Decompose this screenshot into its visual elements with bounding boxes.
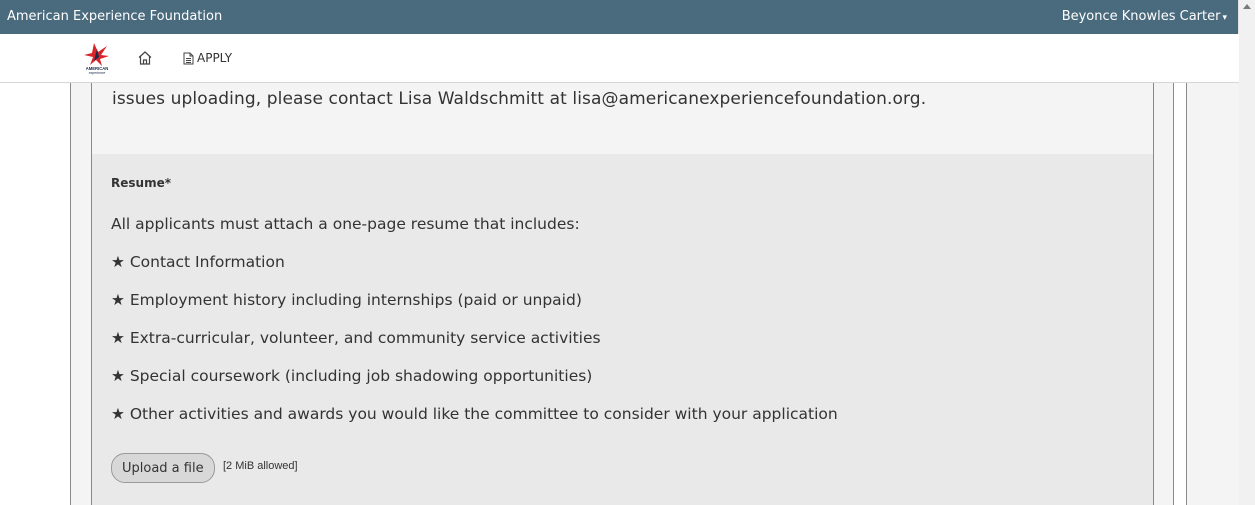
contact-text: issues uploading, please contact Lisa Wa… <box>112 89 927 109</box>
svg-text:experience: experience <box>89 71 106 75</box>
form-content: issues uploading, please contact Lisa Wa… <box>0 83 1239 505</box>
user-menu[interactable]: Beyonce Knowles Carter ▾ <box>1062 9 1227 24</box>
user-name: Beyonce Knowles Carter <box>1061 9 1221 24</box>
main-navbar: AMERICAN experience APPLY <box>0 34 1239 83</box>
apply-label: APPLY <box>197 51 233 65</box>
resume-requirement-item: ★ Contact Information <box>111 253 285 271</box>
foundation-logo[interactable]: AMERICAN experience <box>80 41 114 75</box>
chevron-down-icon: ▾ <box>1222 13 1227 23</box>
divider <box>1186 83 1187 505</box>
resume-label: Resume* <box>111 176 171 190</box>
top-bar: American Experience Foundation Beyonce K… <box>0 0 1239 34</box>
divider <box>70 83 71 505</box>
right-rail <box>1174 83 1186 505</box>
resume-requirement-item: ★ Other activities and awards you would … <box>111 405 838 423</box>
upload-file-button[interactable]: Upload a file <box>111 453 215 483</box>
resume-section: Resume* All applicants must attach a one… <box>92 154 1153 505</box>
resume-requirement-item: ★ Employment history including internshi… <box>111 291 582 309</box>
divider <box>1153 83 1154 505</box>
resume-requirement-item: ★ Extra-curricular, volunteer, and commu… <box>111 329 601 347</box>
scroll-up-arrow-icon[interactable] <box>1243 4 1251 9</box>
home-icon[interactable] <box>137 50 153 66</box>
scrollbar[interactable] <box>1238 0 1255 505</box>
apply-link[interactable]: APPLY <box>183 51 232 65</box>
left-rail <box>0 83 70 505</box>
upload-instructions: issues uploading, please contact Lisa Wa… <box>92 83 1153 154</box>
resume-requirement-item: ★ Special coursework (including job shad… <box>111 367 593 385</box>
divider <box>1173 83 1174 505</box>
upload-size-hint: [2 MiB allowed] <box>223 460 298 472</box>
resume-description: All applicants must attach a one-page re… <box>111 215 580 233</box>
site-brand[interactable]: American Experience Foundation <box>7 9 222 24</box>
document-icon <box>183 52 194 64</box>
